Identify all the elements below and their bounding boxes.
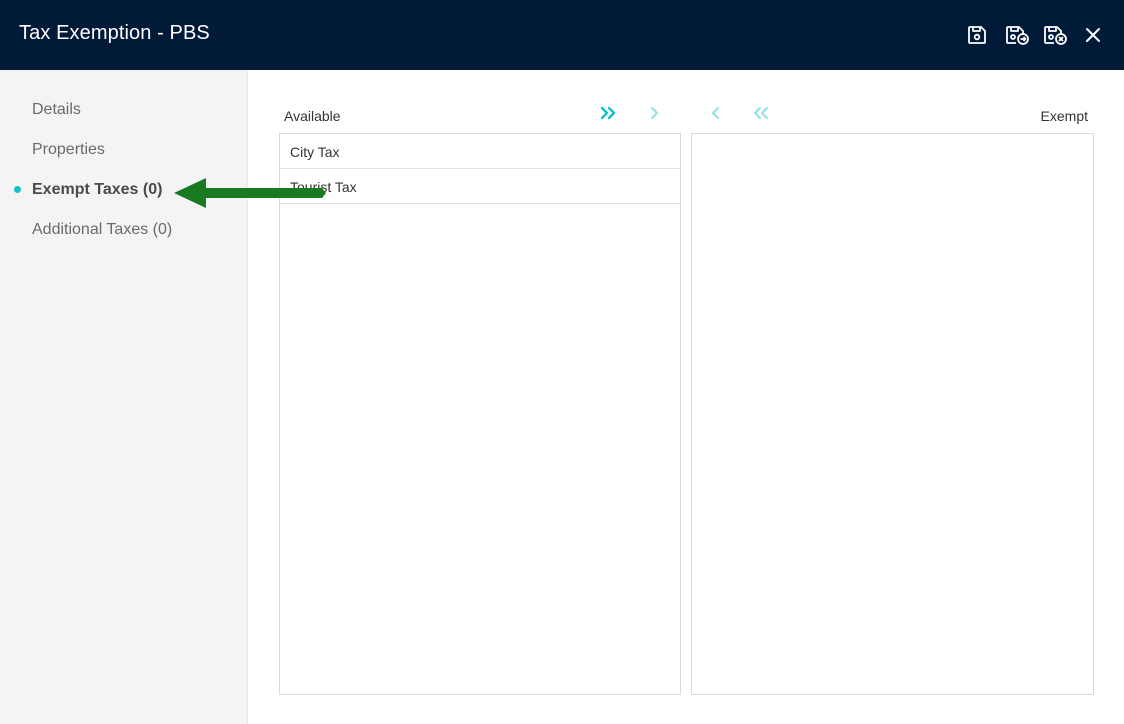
list-item-tourist-tax[interactable]: Tourist Tax	[280, 169, 680, 204]
save-icon	[968, 26, 986, 44]
close-button[interactable]	[1080, 22, 1106, 48]
double-chevron-left-icon	[754, 107, 768, 119]
active-indicator-dot	[14, 186, 21, 193]
save-and-close-icon	[1044, 26, 1067, 45]
save-and-next-button[interactable]	[1004, 22, 1030, 48]
double-chevron-right-icon	[600, 106, 616, 120]
sidebar-item-properties[interactable]: Properties	[32, 141, 105, 159]
move-all-right-button[interactable]	[597, 103, 619, 123]
sidebar-item-additional-taxes[interactable]: Additional Taxes (0)	[32, 221, 172, 239]
dialog-title: Tax Exemption - PBS	[19, 22, 210, 44]
save-button[interactable]	[964, 22, 990, 48]
available-list[interactable]: City Tax Tourist Tax	[279, 133, 681, 695]
save-and-next-icon	[1006, 26, 1029, 45]
move-all-left-button[interactable]	[750, 103, 772, 123]
chevron-right-icon	[651, 107, 658, 119]
dialog-header: Tax Exemption - PBS	[0, 0, 1124, 70]
exempt-list[interactable]	[691, 133, 1094, 695]
exempt-label: Exempt	[1040, 108, 1088, 124]
sidebar-item-exempt-taxes[interactable]: Exempt Taxes (0)	[32, 181, 162, 199]
close-icon	[1086, 28, 1100, 42]
sidebar	[0, 70, 248, 724]
save-and-close-button[interactable]	[1042, 22, 1068, 48]
move-left-button[interactable]	[705, 103, 727, 123]
chevron-left-icon	[712, 107, 719, 119]
list-item-city-tax[interactable]: City Tax	[280, 134, 680, 169]
available-label: Available	[284, 108, 341, 124]
sidebar-item-details[interactable]: Details	[32, 101, 81, 119]
move-right-button[interactable]	[643, 103, 665, 123]
